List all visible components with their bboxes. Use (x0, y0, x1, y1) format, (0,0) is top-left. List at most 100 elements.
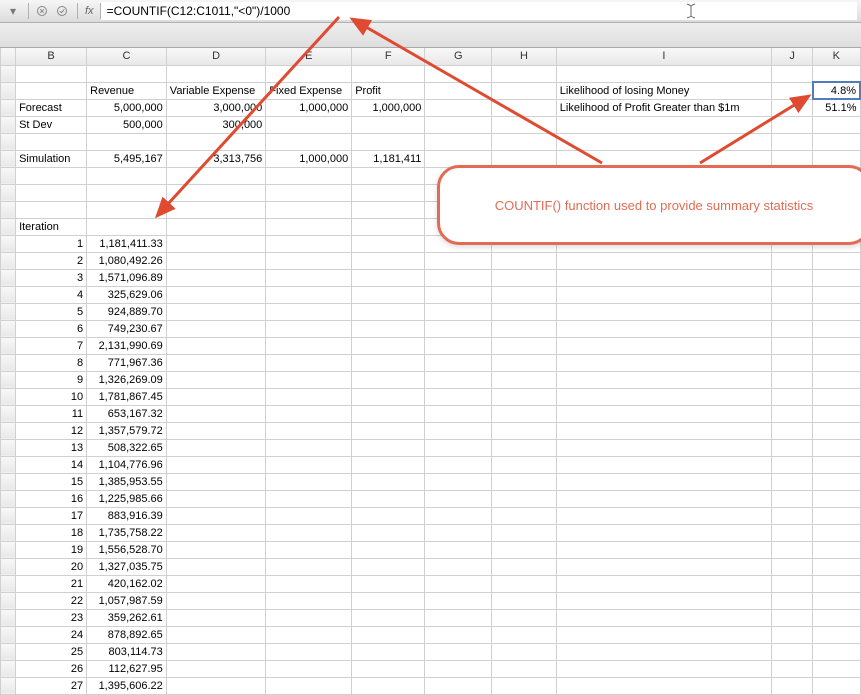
cell[interactable]: 3,313,756 (166, 150, 266, 167)
cell[interactable]: 325,629.06 (87, 286, 167, 303)
cell[interactable]: 3 (16, 269, 87, 286)
col-header[interactable]: G (425, 48, 492, 65)
cell[interactable]: 5 (16, 303, 87, 320)
col-header[interactable]: C (87, 48, 167, 65)
cancel-icon[interactable] (33, 2, 51, 20)
selected-cell[interactable]: 4.8% (813, 82, 860, 99)
cell[interactable]: 21 (16, 575, 87, 592)
col-header[interactable]: E (266, 48, 352, 65)
cell[interactable]: 5,000,000 (87, 99, 167, 116)
cell[interactable]: St Dev (16, 116, 87, 133)
formula-input[interactable] (101, 2, 857, 20)
cell[interactable]: 1,225,985.66 (87, 490, 167, 507)
forecast-row: Forecast 5,000,000 3,000,000 1,000,000 1… (1, 99, 861, 116)
cell[interactable]: 112,627.95 (87, 660, 167, 677)
cell[interactable]: Profit (352, 82, 425, 99)
cell[interactable]: Simulation (16, 150, 87, 167)
cell[interactable]: 1,000,000 (266, 150, 352, 167)
cell[interactable]: 359,262.61 (87, 609, 167, 626)
cell[interactable]: Forecast (16, 99, 87, 116)
cell[interactable]: 10 (16, 388, 87, 405)
cell[interactable]: Variable Expense (166, 82, 266, 99)
cell[interactable]: 7 (16, 337, 87, 354)
spreadsheet-grid[interactable]: B C D E F G H I J K Revenue Variable Exp… (0, 48, 861, 695)
cell[interactable]: 25 (16, 643, 87, 660)
cell[interactable]: 1,357,579.72 (87, 422, 167, 439)
cell[interactable]: 508,322.65 (87, 439, 167, 456)
cell[interactable]: 771,967.36 (87, 354, 167, 371)
cell[interactable]: 16 (16, 490, 87, 507)
cell[interactable]: 20 (16, 558, 87, 575)
cell[interactable]: 2,131,990.69 (87, 337, 167, 354)
cell[interactable]: 1,181,411 (352, 150, 425, 167)
cell[interactable]: 1,395,606.22 (87, 677, 167, 694)
cell[interactable]: 1,000,000 (266, 99, 352, 116)
cell[interactable]: 11 (16, 405, 87, 422)
cell[interactable]: Iteration (16, 218, 87, 235)
cell[interactable]: 8 (16, 354, 87, 371)
fx-label[interactable]: fx (82, 3, 101, 19)
iteration-row: 8771,967.36 (1, 354, 861, 371)
divider (28, 3, 29, 19)
cell[interactable]: 1,571,096.89 (87, 269, 167, 286)
cell[interactable]: 924,889.70 (87, 303, 167, 320)
cell[interactable]: 500,000 (87, 116, 167, 133)
iteration-row: 221,057,987.59 (1, 592, 861, 609)
cell[interactable]: 51.1% (813, 99, 860, 116)
cell[interactable]: Likelihood of losing Money (556, 82, 771, 99)
iteration-row: 11653,167.32 (1, 405, 861, 422)
cell[interactable]: 653,167.32 (87, 405, 167, 422)
cell[interactable]: 14 (16, 456, 87, 473)
cell[interactable]: 420,162.02 (87, 575, 167, 592)
cell[interactable]: 1,327,035.75 (87, 558, 167, 575)
col-header[interactable]: K (813, 48, 860, 65)
cell[interactable]: 1,556,528.70 (87, 541, 167, 558)
header-row: Revenue Variable Expense Fixed Expense P… (1, 82, 861, 99)
cell[interactable]: 13 (16, 439, 87, 456)
cell[interactable]: 1,735,758.22 (87, 524, 167, 541)
col-header[interactable]: D (166, 48, 266, 65)
col-header[interactable]: I (556, 48, 771, 65)
cell[interactable]: 19 (16, 541, 87, 558)
cell[interactable]: 9 (16, 371, 87, 388)
iteration-row: 161,225,985.66 (1, 490, 861, 507)
corner-cell[interactable] (1, 48, 16, 65)
cell[interactable]: 23 (16, 609, 87, 626)
confirm-icon[interactable] (53, 2, 71, 20)
cell[interactable]: 1,000,000 (352, 99, 425, 116)
cell[interactable]: 4 (16, 286, 87, 303)
cell[interactable]: 749,230.67 (87, 320, 167, 337)
cell[interactable]: 27 (16, 677, 87, 694)
cell[interactable]: 1,326,269.09 (87, 371, 167, 388)
cell[interactable]: 22 (16, 592, 87, 609)
cell[interactable]: 15 (16, 473, 87, 490)
cell[interactable]: 1,781,867.45 (87, 388, 167, 405)
col-header[interactable]: B (16, 48, 87, 65)
cell[interactable]: Revenue (87, 82, 167, 99)
col-header[interactable]: J (772, 48, 813, 65)
cell[interactable]: 5,495,167 (87, 150, 167, 167)
cell[interactable]: 12 (16, 422, 87, 439)
cell[interactable]: 1,057,987.59 (87, 592, 167, 609)
cell[interactable]: 1,181,411.33 (87, 235, 167, 252)
cell[interactable]: 1 (16, 235, 87, 252)
cell[interactable]: 2 (16, 252, 87, 269)
cell[interactable]: 1,104,776.96 (87, 456, 167, 473)
cell[interactable]: 6 (16, 320, 87, 337)
cell[interactable]: Fixed Expense (266, 82, 352, 99)
dropdown-icon[interactable]: ▾ (4, 2, 22, 20)
cell[interactable]: 883,916.39 (87, 507, 167, 524)
iteration-row: 23359,262.61 (1, 609, 861, 626)
cell[interactable]: 1,080,492.26 (87, 252, 167, 269)
col-header[interactable]: F (352, 48, 425, 65)
cell[interactable]: 3,000,000 (166, 99, 266, 116)
cell[interactable]: 803,114.73 (87, 643, 167, 660)
cell[interactable]: 300,000 (166, 116, 266, 133)
ribbon-area (0, 23, 861, 48)
cell[interactable]: 1,385,953.55 (87, 473, 167, 490)
cell[interactable]: 17 (16, 507, 87, 524)
cell[interactable]: Likelihood of Profit Greater than $1m (556, 99, 771, 116)
col-header[interactable]: H (492, 48, 557, 65)
cell[interactable]: 26 (16, 660, 87, 677)
cell[interactable]: 18 (16, 524, 87, 541)
